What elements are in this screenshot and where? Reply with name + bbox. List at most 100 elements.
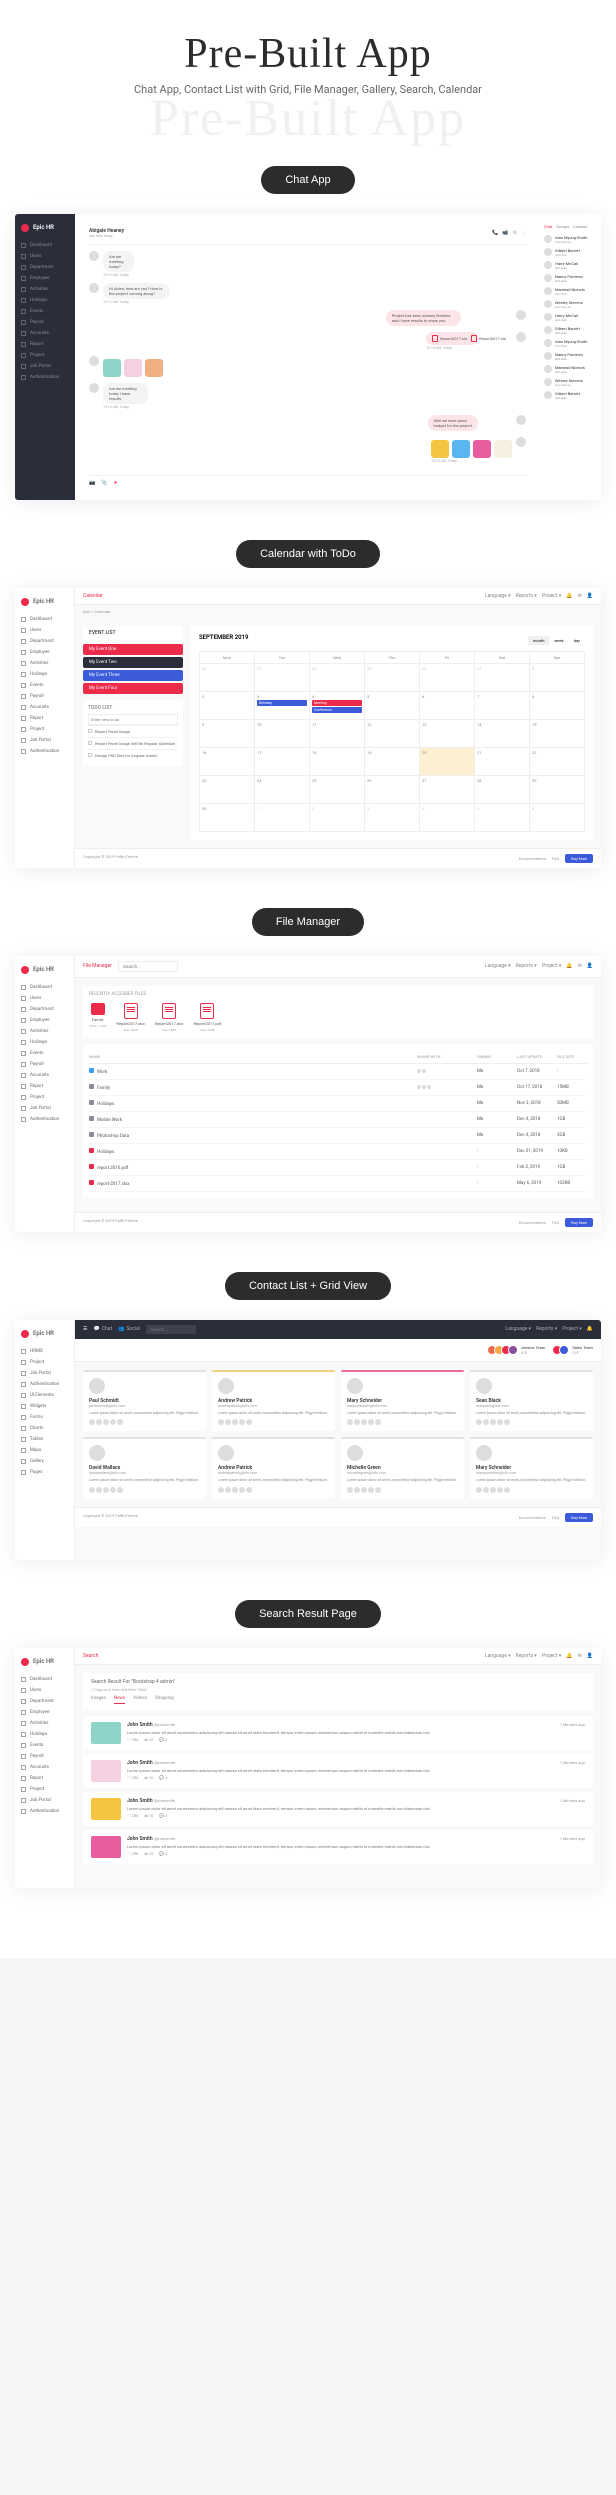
docs-link[interactable]: Documentation	[519, 1515, 546, 1520]
calendar-cell[interactable]: 21	[475, 748, 530, 776]
sidebar-item-job-portal[interactable]: Job Portal	[15, 1103, 74, 1114]
calendar-cell[interactable]: 13	[420, 720, 475, 748]
share-action[interactable]: ⇄ 16	[144, 1775, 153, 1780]
sidebar-item-hrms[interactable]: HRMS	[15, 1346, 74, 1357]
calendar-event[interactable]: Conference	[312, 707, 362, 713]
sidebar-item-activities[interactable]: Activities	[15, 1026, 74, 1037]
attachment-file[interactable]: Report2017.xls	[432, 335, 467, 342]
calendar-cell[interactable]: 29	[530, 776, 585, 804]
calendar-cell[interactable]: 30	[200, 804, 255, 832]
sidebar-item-widgets[interactable]: Widgets	[15, 1401, 74, 1412]
menu-icon[interactable]: ☰	[83, 1326, 87, 1332]
buy-button[interactable]: Buy Now	[565, 854, 593, 863]
sidebar-item-accounts[interactable]: Accounts	[15, 328, 75, 339]
calendar-cell[interactable]: 3	[365, 804, 420, 832]
contact-card[interactable]: David Wallacedavidwallace@info.comLorem …	[83, 1437, 206, 1499]
contact-card[interactable]: Mary Schneidermaryschneider@info.comLore…	[341, 1370, 464, 1432]
calendar-cell[interactable]: 22	[530, 748, 585, 776]
table-row[interactable]: FamilyMeOct 17, 201815MB	[89, 1080, 587, 1096]
contact-item[interactable]: Gilbert BarrettI am fine	[544, 246, 591, 259]
comment-action[interactable]: 💬 4	[159, 1775, 167, 1780]
search-tab-images[interactable]: Images	[91, 1696, 106, 1704]
sidebar-item-dashboard[interactable]: Dashboard	[15, 614, 74, 625]
sidebar-item-payroll[interactable]: Payroll	[15, 691, 74, 702]
sidebar-item-dashboard[interactable]: Dashboard	[15, 1674, 74, 1685]
sidebar-item-payroll[interactable]: Payroll	[15, 1751, 74, 1762]
recent-file[interactable]: Report2017.docSize: 68KB	[155, 1003, 184, 1032]
faq-link[interactable]: FAQ	[552, 1515, 559, 1520]
sidebar-item-report[interactable]: Report	[15, 1773, 74, 1784]
social-tab[interactable]: 👥 Social	[118, 1326, 140, 1332]
settings-icon[interactable]: ⚙	[513, 230, 517, 236]
section-pill-chat[interactable]: Chat App	[261, 166, 354, 194]
todo-item[interactable]: Design PSD files for Angular Admin	[88, 749, 178, 761]
contact-item[interactable]: Gilbert Barrettlast seen	[544, 389, 591, 402]
comment-action[interactable]: 💬 4	[159, 1851, 167, 1856]
calendar-cell[interactable]: 14	[475, 720, 530, 748]
like-action[interactable]: ♡ 256	[127, 1737, 138, 1742]
like-action[interactable]: ♡ 256	[127, 1851, 138, 1856]
sidebar-item-gallery[interactable]: Gallery	[15, 1456, 74, 1467]
calendar-cell[interactable]: 18	[310, 748, 365, 776]
calendar-cell[interactable]: 10	[255, 720, 310, 748]
sidebar-item-users[interactable]: Users	[15, 1685, 74, 1696]
sidebar-item-project[interactable]: Project	[15, 724, 74, 735]
calendar-cell[interactable]: 28	[310, 664, 365, 692]
sidebar-item-holidays[interactable]: Holidays	[15, 1729, 74, 1740]
language-dropdown[interactable]: Language ▾	[485, 1653, 511, 1659]
table-row[interactable]: Holidays-Dec 21, 201910KB	[89, 1144, 587, 1160]
sidebar-item-employee[interactable]: Employee	[15, 1015, 74, 1026]
more-icon[interactable]: ⋮	[521, 230, 526, 236]
event-item[interactable]: My Event One	[83, 644, 183, 655]
table-row[interactable]: report.2016.pdf-Feb 2, 20191GB	[89, 1160, 587, 1176]
calendar-cell[interactable]: 5	[365, 692, 420, 720]
sidebar-item-dashboard[interactable]: Dashboard	[15, 982, 74, 993]
calendar-cell[interactable]: 1	[530, 664, 585, 692]
sidebar-item-department[interactable]: Department	[15, 636, 74, 647]
sidebar-item-department[interactable]: Department	[15, 1696, 74, 1707]
calendar-cell[interactable]: 4	[420, 804, 475, 832]
sidebar-item-job-portal[interactable]: Job Portal	[15, 361, 75, 372]
contact-item[interactable]: Harry McCalllast seen	[544, 311, 591, 324]
checkbox-icon[interactable]	[88, 729, 92, 733]
message-image[interactable]	[103, 359, 121, 377]
share-action[interactable]: ⇄ 16	[144, 1813, 153, 1818]
team-widget[interactable]: Jessica Team4/5	[490, 1345, 546, 1355]
sidebar-item-accounts[interactable]: Accounts	[15, 1762, 74, 1773]
sidebar-item-report[interactable]: Report	[15, 1081, 74, 1092]
language-dropdown[interactable]: Language ▾	[485, 593, 511, 599]
sidebar-item-authentication[interactable]: Authentication	[15, 1806, 74, 1817]
calendar-cell[interactable]: 20	[420, 748, 475, 776]
calendar-cell[interactable]: 23	[200, 776, 255, 804]
contact-item[interactable]: Nanny Pomeroylast seen	[544, 272, 591, 285]
calendar-cell[interactable]: 17	[255, 748, 310, 776]
search-input[interactable]	[118, 961, 178, 972]
table-row[interactable]: Mobile WorkMeDec 4, 20181GB	[89, 1112, 587, 1128]
view-day[interactable]: day	[569, 636, 585, 645]
buy-button[interactable]: Buy Now	[565, 1218, 593, 1227]
like-action[interactable]: ♡ 256	[127, 1813, 138, 1818]
sidebar-item-employee[interactable]: Employee	[15, 1707, 74, 1718]
message-image[interactable]	[431, 440, 449, 458]
sidebar-item-authentication[interactable]: Authentication	[15, 1114, 74, 1125]
brand[interactable]: Epic HR	[15, 1654, 74, 1670]
sidebar-item-employee[interactable]: Employee	[15, 647, 74, 658]
brand[interactable]: Epic HR	[15, 594, 74, 610]
sidebar-item-project[interactable]: Project	[15, 1092, 74, 1103]
calendar-cell[interactable]: 9	[200, 720, 255, 748]
section-pill-contacts[interactable]: Contact List + Grid View	[225, 1272, 391, 1300]
video-icon[interactable]: 📹	[502, 230, 508, 236]
calendar-cell[interactable]: 6	[530, 804, 585, 832]
buy-button[interactable]: Buy Now	[565, 1513, 593, 1522]
tab-chat[interactable]: Chat	[544, 224, 552, 229]
user-icon[interactable]: 👤	[587, 593, 593, 599]
recent-file[interactable]: Report2017.pdfSize: 68KB	[194, 1003, 222, 1032]
sidebar-item-holidays[interactable]: Holidays	[15, 295, 75, 306]
sidebar-item-events[interactable]: Events	[15, 306, 75, 317]
message-image[interactable]	[473, 440, 491, 458]
sidebar-item-job-portal[interactable]: Job Portal	[15, 735, 74, 746]
contact-item[interactable]: Gilbert Barrettlast seen	[544, 324, 591, 337]
notification-icon[interactable]: 🔔	[566, 1653, 572, 1659]
sidebar-item-job-portal[interactable]: Job Portal	[15, 1795, 74, 1806]
contact-item[interactable]: Marshall NicholsI am fine	[544, 285, 591, 298]
